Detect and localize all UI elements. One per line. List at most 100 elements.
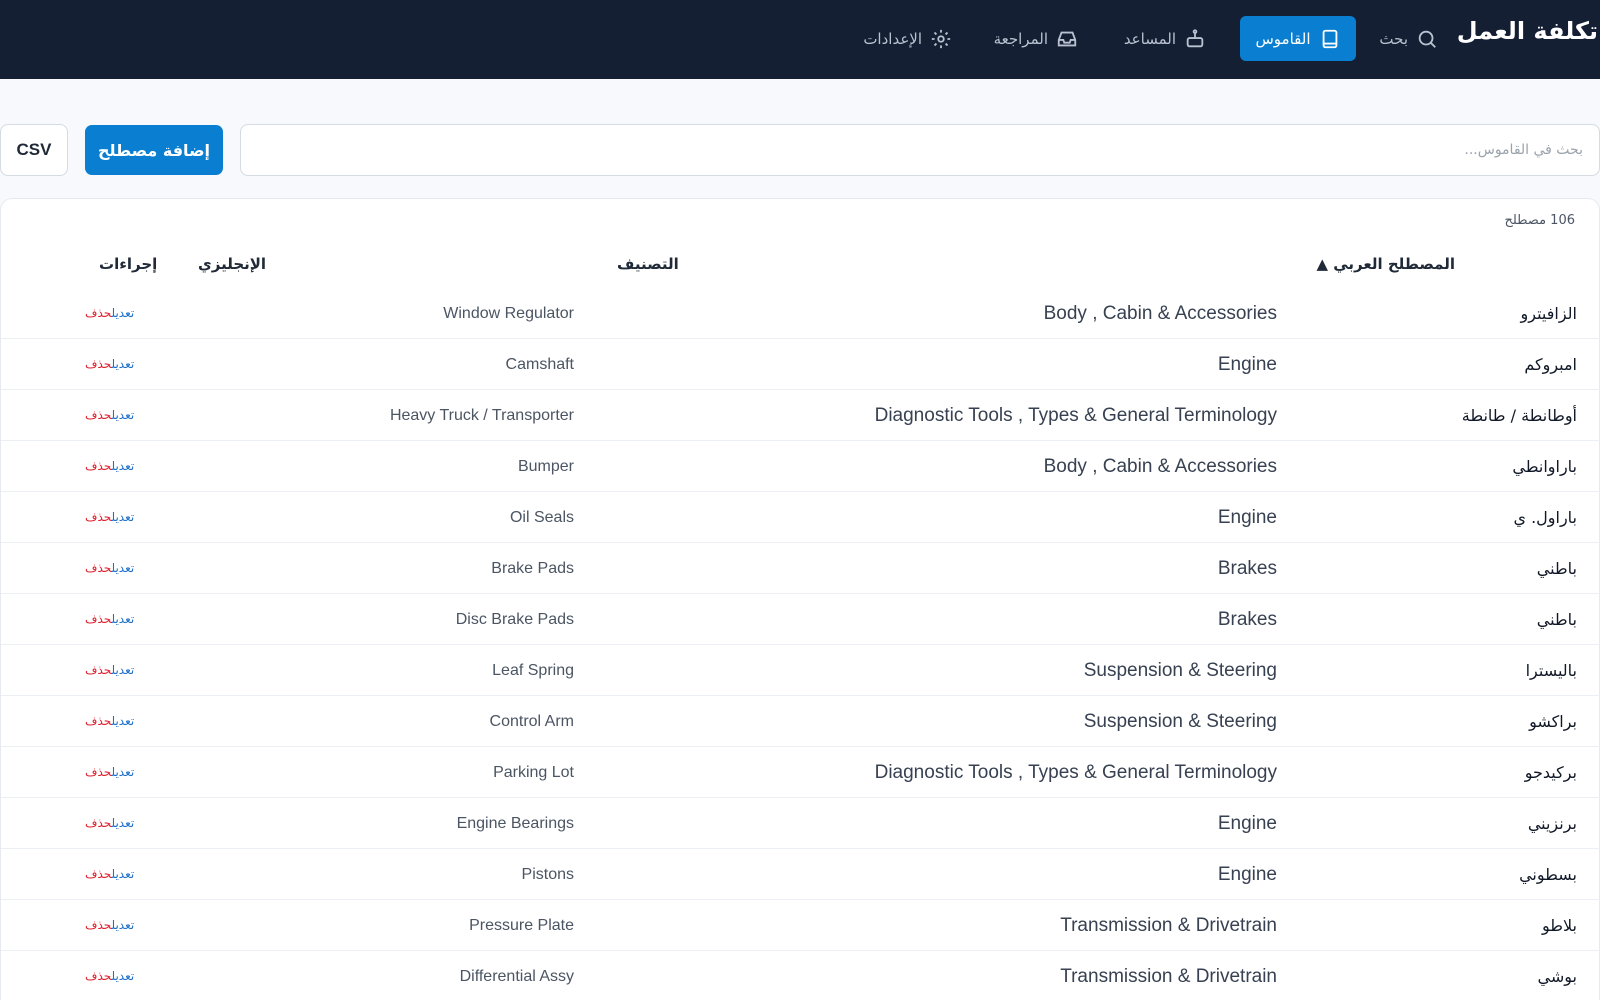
cell-arabic-term: بركيدجو [1524,763,1577,782]
cell-category: Suspension & Steering [1083,660,1277,681]
gear-icon [931,29,951,48]
cell-english-term: Parking Lot [493,764,574,781]
delete-link[interactable]: حذف [85,459,111,473]
delete-link[interactable]: حذف [85,357,111,371]
row-actions: تعديلحذف [85,645,134,696]
nav-search-label: بحث [1379,29,1408,48]
cell-english-term: Brake Pads [491,560,574,577]
delete-link[interactable]: حذف [85,969,111,983]
delete-link[interactable]: حذف [85,765,111,779]
edit-link[interactable]: تعديل [111,357,134,371]
row-actions: تعديلحذف [85,492,134,543]
table-row: برنزيني Engine Engine Bearings تعديلحذف [1,798,1600,849]
nav-settings[interactable]: الإعدادات [849,16,966,61]
table-row: براكشو Suspension & Steering Control Arm تع… [1,696,1600,747]
edit-link[interactable]: تعديل [111,867,134,881]
terms-table: 106 مصطلح المصطلح العربي ▲ التصنيف الإنج… [0,198,1600,1000]
table-row: أوطانطة / طانطة Diagnostic Tools , Types … [1,390,1600,441]
cell-english-term: Camshaft [505,356,574,373]
row-actions: تعديلحذف [85,441,134,492]
delete-link[interactable]: حذف [85,561,111,575]
column-header-arabic[interactable]: المصطلح العربي ▲ [1316,255,1455,273]
cell-english-term: Differential Assy [459,968,574,985]
edit-link[interactable]: تعديل [111,765,134,779]
cell-english-term: Oil Seals [509,509,574,526]
term-count: 106 مصطلح [1504,213,1575,228]
add-term-button[interactable]: إضافة مصطلح [85,125,223,175]
cell-arabic-term: باطني [1536,610,1577,629]
cell-english-term: Bumper [517,458,574,475]
edit-link[interactable]: تعديل [111,969,134,983]
delete-link[interactable]: حذف [85,663,111,677]
cell-english-term: Window Regulator [443,305,574,322]
delete-link[interactable]: حذف [85,816,111,830]
cell-english-term: Control Arm [489,713,574,730]
cell-arabic-term: براكشو [1529,712,1577,731]
cell-category: Suspension & Steering [1083,711,1277,732]
edit-link[interactable]: تعديل [111,510,134,524]
delete-link[interactable]: حذف [85,408,111,422]
search-icon [1418,30,1436,48]
csv-button[interactable]: CSV [0,124,68,176]
delete-link[interactable]: حذف [85,714,111,728]
cell-english-term: Pistons [521,866,574,883]
edit-link[interactable]: تعديل [111,408,134,422]
table-row: بوشي Transmission & Drivetrain Differentia… [1,951,1600,1000]
row-actions: تعديلحذف [85,390,134,441]
cell-english-term: Engine Bearings [456,815,574,832]
nav-dictionary-label: القاموس [1255,29,1311,48]
cell-arabic-term: باراوانطي [1512,457,1577,476]
cell-category: Engine [1217,813,1277,834]
delete-link[interactable]: حذف [85,510,111,524]
nav-assistant[interactable]: المساعد [1110,16,1220,61]
delete-link[interactable]: حذف [85,918,111,932]
edit-link[interactable]: تعديل [111,816,134,830]
cell-category: Brakes [1217,558,1277,579]
cell-category: Diagnostic Tools , Types & General Termi… [874,405,1277,426]
edit-link[interactable]: تعديل [111,918,134,932]
delete-link[interactable]: حذف [85,867,111,881]
cell-category: Transmission & Drivetrain [1060,966,1277,987]
table-row: باراوانطي Body , Cabin & Accessories Bumpe… [1,441,1600,492]
cell-english-term: Leaf Spring [492,662,574,679]
edit-link[interactable]: تعديل [111,714,134,728]
row-actions: تعديلحذف [85,696,134,747]
table-row: بسطوني Engine Pistons تعديلحذف [1,849,1600,900]
cell-arabic-term: أوطانطة / طانطة [1461,406,1577,425]
column-header-actions: إجراءات [99,255,158,273]
edit-link[interactable]: تعديل [111,306,134,320]
cell-arabic-term: امبروكم [1524,355,1577,374]
bot-icon [1186,28,1204,47]
nav-assistant-label: المساعد [1123,29,1176,48]
delete-link[interactable]: حذف [85,612,111,626]
edit-link[interactable]: تعديل [111,663,134,677]
top-bar: تكلفة العمل بحث القاموس المساعد المراجعة… [0,0,1600,79]
book-icon [1322,29,1337,48]
cell-arabic-term: الزافيترو [1520,304,1577,323]
delete-link[interactable]: حذف [85,306,111,320]
nav-settings-label: الإعدادات [863,29,922,48]
cell-arabic-term: برنزيني [1527,814,1577,833]
cell-category: Engine [1217,864,1277,885]
edit-link[interactable]: تعديل [111,561,134,575]
table-row: باراول. ي Engine Oil Seals تعديلحذف [1,492,1600,543]
cell-arabic-term: باراول. ي [1513,508,1577,527]
table-row: باليسترا Suspension & Steering Leaf Spring… [1,645,1600,696]
row-actions: تعديلحذف [85,951,134,1000]
cell-category: Body , Cabin & Accessories [1043,456,1277,477]
nav-search[interactable]: بحث [1365,16,1452,61]
cell-arabic-term: بسطوني [1519,865,1577,884]
nav-review[interactable]: المراجعة [980,16,1092,61]
table-row: باطني Brakes Disc Brake Pads تعديلحذف [1,594,1600,645]
cell-arabic-term: باليسترا [1525,661,1577,680]
nav-review-label: المراجعة [993,29,1048,48]
edit-link[interactable]: تعديل [111,459,134,473]
cell-category: Diagnostic Tools , Types & General Termi… [874,762,1277,783]
row-actions: تعديلحذف [85,594,134,645]
dictionary-search-input[interactable] [240,124,1600,176]
edit-link[interactable]: تعديل [111,612,134,626]
cell-english-term: Disc Brake Pads [455,611,574,628]
row-actions: تعديلحذف [85,288,134,339]
table-row: بركيدجو Diagnostic Tools , Types & Genera… [1,747,1600,798]
nav-dictionary[interactable]: القاموس [1240,16,1356,61]
